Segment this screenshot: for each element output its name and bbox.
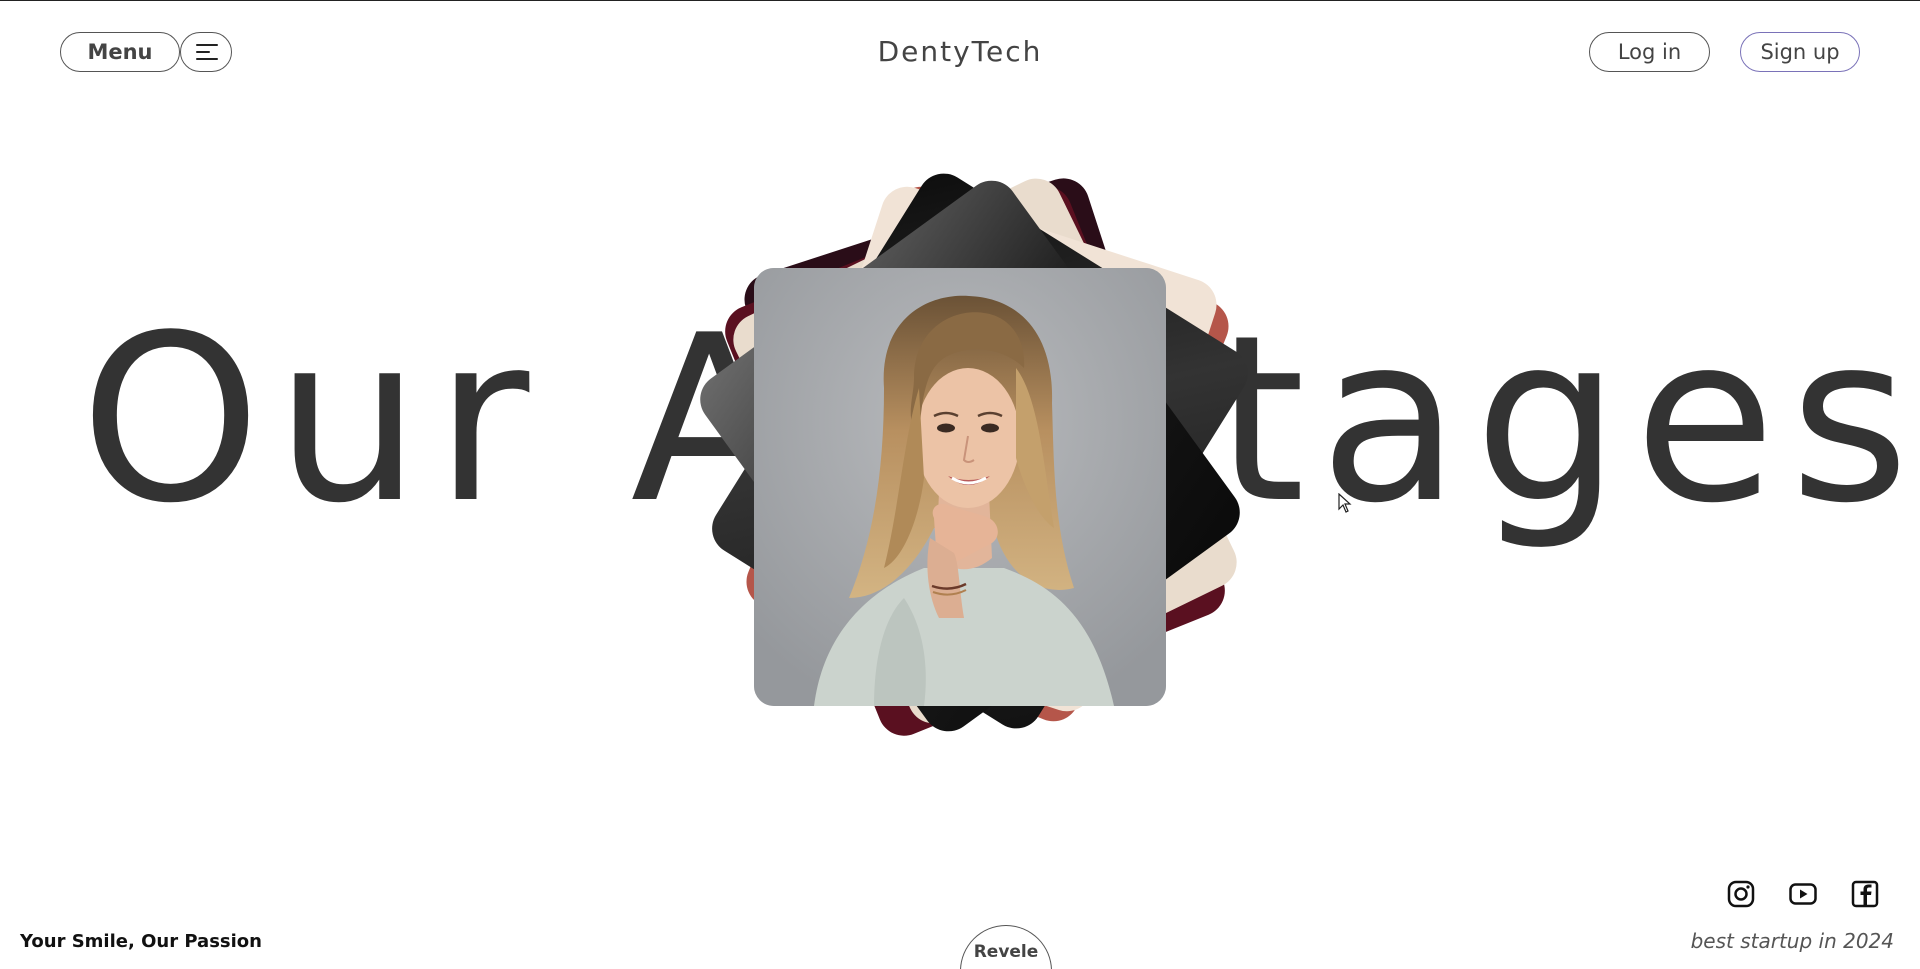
instagram-icon[interactable]	[1726, 879, 1756, 909]
portrait-illustration	[754, 268, 1166, 706]
featured-portrait	[754, 268, 1166, 706]
photo-stack[interactable]	[0, 1, 1920, 969]
mouse-cursor-icon	[1338, 493, 1352, 513]
award-text: best startup in 2024	[1690, 929, 1894, 953]
page: Menu DentyTech Log in Sign up Our A tage…	[0, 0, 1920, 969]
revele-button-label: Revele	[973, 942, 1039, 962]
youtube-icon[interactable]	[1788, 879, 1818, 909]
tagline: Your Smile, Our Passion	[20, 931, 262, 952]
facebook-icon[interactable]	[1850, 879, 1880, 909]
